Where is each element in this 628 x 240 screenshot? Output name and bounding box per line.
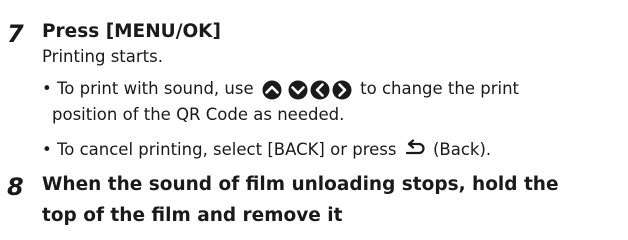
step-title-line-2: top of the film and remove it	[42, 205, 343, 226]
up-arrow-icon	[262, 80, 282, 100]
down-arrow-icon	[288, 80, 308, 100]
left-arrow-icon	[310, 80, 330, 100]
step-number: 7	[7, 20, 24, 48]
bullet-text-tail: (Back).	[432, 140, 492, 159]
bullet-text-lead: • To cancel printing, select [BACK] or p…	[42, 140, 397, 159]
step-number: 8	[7, 173, 24, 201]
step-intro: Printing starts.	[42, 47, 163, 66]
bullet-print-with-sound: • To print with sound, use to change the…	[42, 77, 519, 104]
right-arrow-icon	[332, 80, 352, 100]
bullet-continuation: position of the QR Code as needed.	[52, 105, 345, 124]
back-arrow-icon	[404, 139, 426, 164]
bullet-text-tail: to change the print	[360, 79, 520, 98]
step-title: Press [MENU/OK]	[42, 21, 221, 42]
step-title-line-1: When the sound of film unloading stops, …	[42, 174, 559, 195]
bullet-text-lead: • To print with sound, use	[42, 79, 254, 98]
bullet-cancel-printing: • To cancel printing, select [BACK] or p…	[42, 138, 491, 164]
direction-buttons-icon-group	[261, 80, 353, 104]
